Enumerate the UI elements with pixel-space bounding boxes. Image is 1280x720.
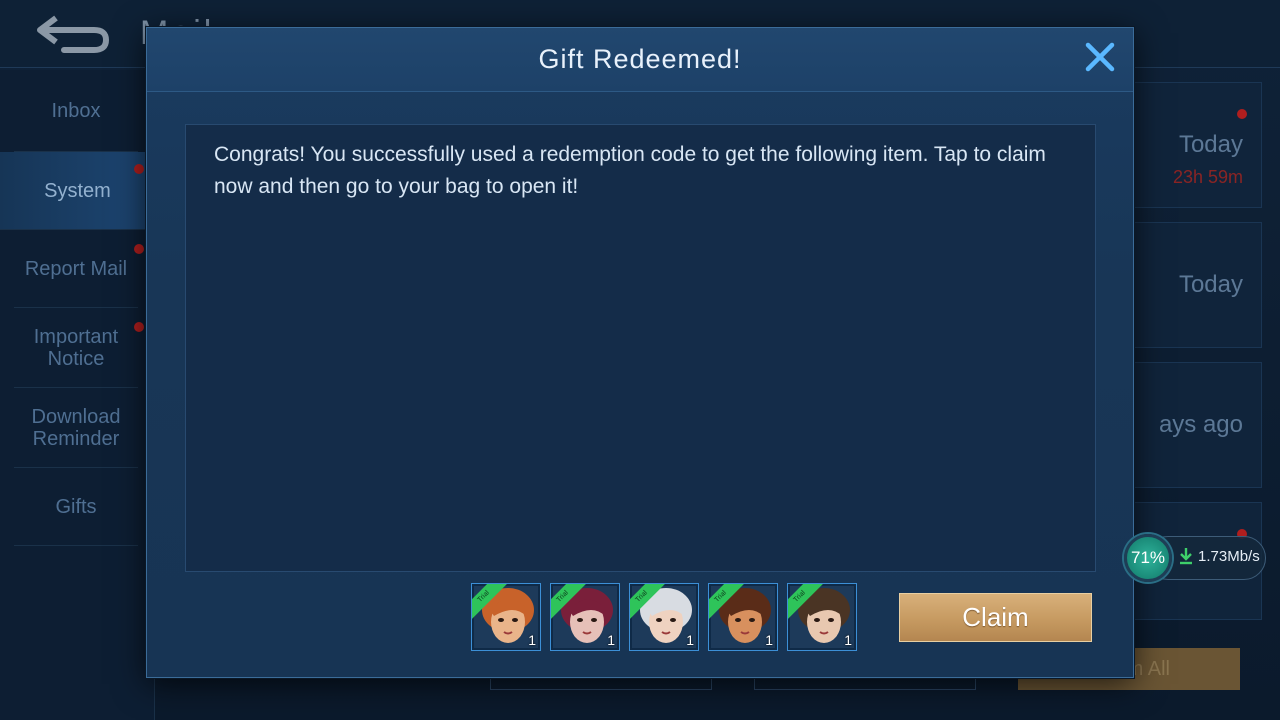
- mail-list-item[interactable]: Today: [1120, 222, 1262, 348]
- notification-dot: [1237, 109, 1247, 119]
- mail-date: Today: [1178, 131, 1243, 158]
- reward-quantity: 1: [844, 632, 852, 648]
- mail-date: ays ago: [1158, 411, 1243, 438]
- download-icon: [1180, 548, 1192, 565]
- sidebar-item-important-notice[interactable]: Important Notice: [14, 308, 138, 388]
- reward-quantity: 1: [765, 632, 773, 648]
- message-text: Congrats! You successfully used a redemp…: [214, 143, 1046, 198]
- mail-expire-time: 23h 59m: [1172, 167, 1243, 187]
- reward-item[interactable]: Trial 1: [708, 583, 778, 651]
- reward-item[interactable]: Trial 1: [629, 583, 699, 651]
- message-panel: Congrats! You successfully used a redemp…: [185, 124, 1096, 572]
- notification-dot: [134, 322, 144, 332]
- network-speed-text: 1.73Mb/s: [1198, 548, 1260, 565]
- dialog-header: Gift Redeemed!: [147, 28, 1133, 92]
- download-progress-circle: 71%: [1124, 534, 1172, 582]
- network-speed-widget[interactable]: 71% 1.73Mb/s: [1118, 532, 1268, 584]
- dialog-title: Gift Redeemed!: [538, 44, 742, 74]
- reward-item[interactable]: Trial 1: [471, 583, 541, 651]
- sidebar-item-gifts[interactable]: Gifts: [14, 468, 138, 546]
- reward-quantity: 1: [528, 632, 536, 648]
- close-icon[interactable]: [1083, 40, 1117, 74]
- notification-dot: [134, 164, 144, 174]
- back-arrow-icon[interactable]: [34, 12, 112, 54]
- notification-dot: [134, 244, 144, 254]
- reward-item[interactable]: Trial 1: [550, 583, 620, 651]
- mail-date: Today: [1178, 271, 1243, 298]
- mail-list-item[interactable]: ays ago: [1120, 362, 1262, 488]
- reward-quantity: 1: [607, 632, 615, 648]
- sidebar-item-system[interactable]: System: [0, 152, 155, 230]
- sidebar-item-report-mail[interactable]: Report Mail: [14, 230, 138, 308]
- sidebar-item-inbox[interactable]: Inbox: [14, 70, 138, 152]
- sidebar-item-download-reminder[interactable]: Download Reminder: [14, 388, 138, 468]
- reward-item[interactable]: Trial 1: [787, 583, 857, 651]
- reward-quantity: 1: [686, 632, 694, 648]
- claim-button[interactable]: Claim: [899, 593, 1092, 642]
- gift-redeemed-dialog: Gift Redeemed! Congrats! You successfull…: [146, 27, 1134, 678]
- mail-list-item[interactable]: Today 23h 59m: [1120, 82, 1262, 208]
- mail-sidebar: Inbox System Report Mail Important Notic…: [0, 70, 155, 720]
